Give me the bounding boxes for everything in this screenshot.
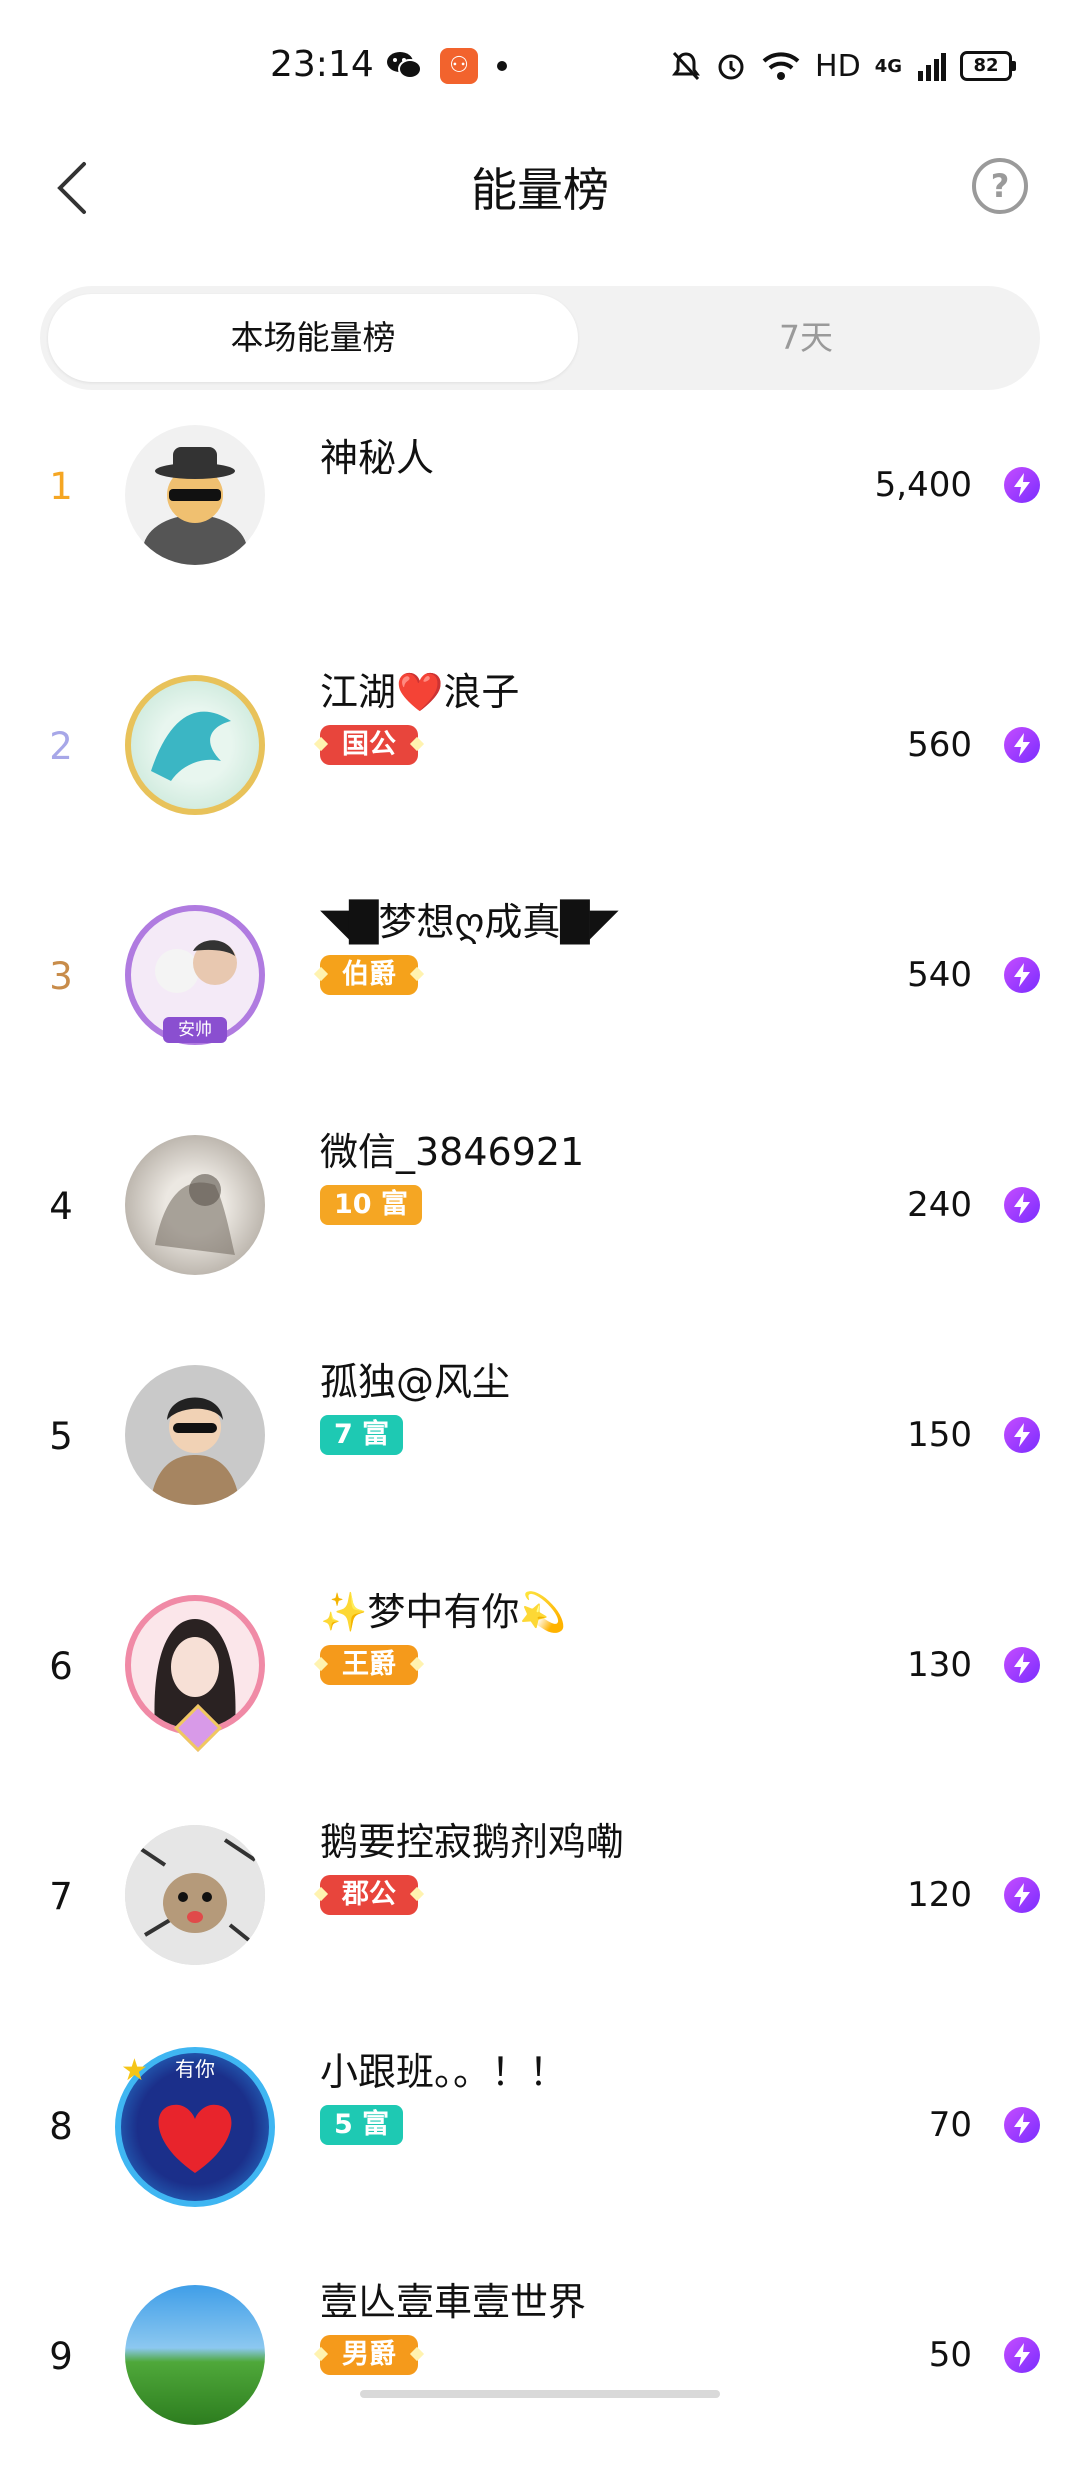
avatar-tag: 安帅	[163, 1017, 227, 1043]
status-bar: 23:14 ⚇ HD 4G 82	[0, 0, 1080, 130]
grassland-avatar[interactable]	[125, 2285, 265, 2425]
user-name: 鹅要控寂鹅剂鸡嘞	[320, 1820, 625, 1864]
user-name: 壹亾壹車壹世界	[320, 2280, 587, 2324]
energy-score: 70	[928, 2105, 972, 2145]
alarm-icon	[718, 54, 744, 80]
list-item[interactable]: 1 神秘人 5,400	[0, 405, 1080, 635]
cartoon-man-avatar[interactable]	[125, 1365, 265, 1505]
list-item[interactable]: 5 孤独@风尘 7 富 150	[0, 1325, 1080, 1555]
user-name: 神秘人	[320, 436, 435, 480]
energy-score: 120	[907, 1875, 972, 1915]
list-item[interactable]: 4 微信_3846921 10 富 240	[0, 1095, 1080, 1325]
lightning-icon	[1004, 467, 1040, 503]
mystery-person-avatar[interactable]	[125, 425, 265, 565]
cat-avatar[interactable]	[125, 1825, 265, 1965]
energy-score: 560	[907, 725, 972, 765]
list-item[interactable]: 3 安帅 ◥█梦想ღ成真█◤ 伯爵 540	[0, 865, 1080, 1095]
energy-score: 540	[907, 955, 972, 995]
page-title: 能量榜	[471, 163, 609, 217]
home-indicator	[360, 2390, 720, 2398]
rank-number: 5	[49, 1415, 73, 1458]
noble-badge: 郡公	[320, 1875, 418, 1915]
rank-number: 8	[49, 2105, 73, 2148]
list-item[interactable]: 6 ✨梦中有你💫 王爵 130	[0, 1555, 1080, 1785]
energy-score: 5,400	[874, 465, 972, 505]
woman-avatar[interactable]	[125, 1595, 265, 1753]
rank-number: 4	[49, 1185, 73, 1228]
energy-score: 50	[928, 2335, 972, 2375]
dragon-avatar[interactable]	[125, 675, 265, 815]
signal-label: 4G	[874, 55, 902, 77]
sketch-avatar[interactable]	[125, 1135, 265, 1275]
network-label: HD	[815, 48, 861, 84]
wealth-badge: 7 富	[320, 1415, 404, 1455]
rank-number: 6	[49, 1645, 73, 1688]
lightning-icon	[1004, 1877, 1040, 1913]
noble-badge: 男爵	[320, 2335, 418, 2375]
notification-dot	[497, 61, 507, 71]
noble-badge: 王爵	[320, 1645, 418, 1685]
lightning-icon	[1004, 957, 1040, 993]
rank-number: 7	[49, 1875, 73, 1918]
rank-number: 1	[49, 465, 73, 508]
energy-score: 240	[907, 1185, 972, 1225]
list-item[interactable]: 2 江湖❤️浪子 国公 560	[0, 635, 1080, 865]
noble-badge: 伯爵	[320, 955, 418, 995]
lightning-icon	[1004, 1647, 1040, 1683]
user-name: 小跟班。。！！	[320, 2050, 568, 2094]
status-time: 23:14	[270, 44, 374, 85]
help-icon[interactable]: ?	[972, 158, 1028, 214]
battery-icon: 82	[960, 51, 1016, 81]
lightning-icon	[1004, 2337, 1040, 2373]
wifi-icon	[762, 52, 800, 80]
ranking-list: 1 神秘人 5,400 2 江湖❤️浪子 国公 560 3 安帅 ◥█梦想ღ成真…	[0, 405, 1080, 2475]
couple-avatar[interactable]: 安帅	[125, 905, 265, 1045]
user-name: 孤独@风尘	[320, 1360, 511, 1404]
tab-current-session[interactable]: 本场能量榜	[48, 294, 578, 382]
user-name: 微信_3846921	[320, 1130, 585, 1174]
lightning-icon	[1004, 1417, 1040, 1453]
list-item[interactable]: 9 壹亾壹車壹世界 男爵 50	[0, 2245, 1080, 2475]
avatar-tag: 有你	[175, 2057, 215, 2081]
wealth-badge: 10 富	[320, 1185, 422, 1225]
lightning-icon	[1004, 1187, 1040, 1223]
wealth-badge: 5 富	[320, 2105, 404, 2145]
lightning-icon	[1004, 727, 1040, 763]
app-icon: ⚇	[440, 48, 478, 84]
rank-number: 3	[49, 955, 73, 998]
rank-number: 9	[49, 2335, 73, 2378]
signal-icon	[918, 53, 946, 81]
tab-bar: 本场能量榜 7天	[40, 286, 1040, 390]
tab-7-days[interactable]: 7天	[580, 294, 1032, 382]
energy-score: 150	[907, 1415, 972, 1455]
rank-number: 2	[49, 725, 73, 768]
heart-avatar[interactable]: 有你 ★	[115, 2047, 275, 2207]
user-name: 江湖❤️浪子	[320, 670, 520, 714]
mute-icon	[672, 51, 701, 81]
wechat-icon	[387, 52, 422, 79]
user-name: ✨梦中有你💫	[320, 1590, 567, 1634]
list-item[interactable]: 7 鹅要控寂鹅剂鸡嘞 郡公 120	[0, 1785, 1080, 2015]
status-right: HD 4G 82	[671, 46, 1016, 86]
header: 能量榜 ?	[0, 130, 1080, 240]
user-name: ◥█梦想ღ成真█◤	[320, 900, 619, 944]
list-item[interactable]: 8 有你 ★ 小跟班。。！！ 5 富 70	[0, 2015, 1080, 2245]
lightning-icon	[1004, 2107, 1040, 2143]
energy-score: 130	[907, 1645, 972, 1685]
noble-badge: 国公	[320, 725, 418, 765]
star-icon: ★	[121, 2053, 148, 2088]
